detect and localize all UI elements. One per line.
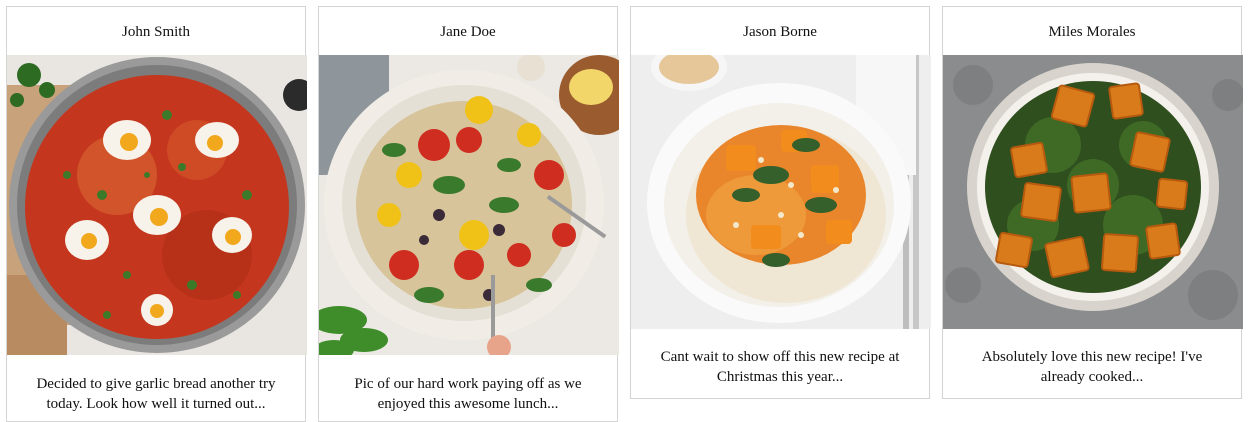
post-photo-shakshuka[interactable]: [7, 55, 307, 355]
post-caption: Absolutely love this new recipe! I've al…: [981, 349, 1203, 385]
post-author[interactable]: Miles Morales: [943, 7, 1241, 55]
post-photo-pasta-salad[interactable]: [319, 55, 619, 355]
post-author[interactable]: John Smith: [7, 7, 305, 55]
post-card[interactable]: John Smith Decided to give garlic bread …: [6, 6, 307, 422]
post-photo-curry-rice[interactable]: [631, 55, 931, 329]
post-caption: Pic of our hard work paying off as we en…: [354, 376, 582, 412]
post-card[interactable]: Miles Morales Absolutely love this new r…: [942, 6, 1243, 399]
recipe-feed: John Smith Decided to give garlic bread …: [0, 0, 1260, 422]
post-author[interactable]: Jane Doe: [319, 7, 617, 55]
post-caption: Cant wait to show off this new recipe at…: [660, 349, 900, 385]
post-caption: Decided to give garlic bread another try…: [36, 376, 276, 412]
post-photo-saag-paneer[interactable]: [943, 55, 1243, 329]
post-card[interactable]: Jason Borne Cant wait to show off this n…: [630, 6, 931, 399]
post-author[interactable]: Jason Borne: [631, 7, 929, 55]
post-card[interactable]: Jane Doe Pic of our hard work paying off…: [318, 6, 619, 422]
